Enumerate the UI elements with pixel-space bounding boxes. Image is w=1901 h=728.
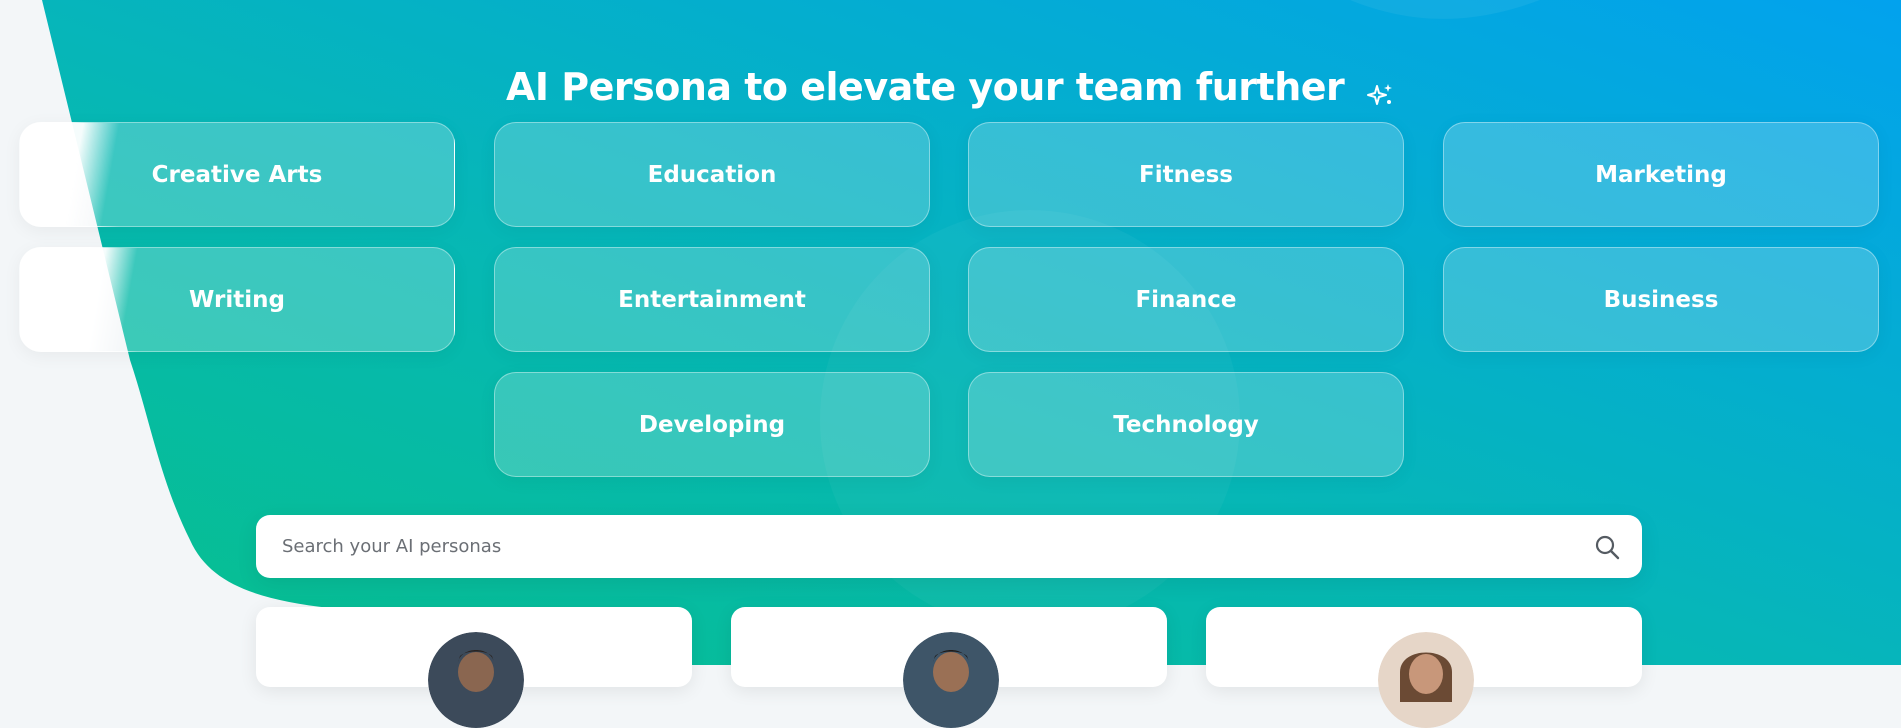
category-label: Marketing [1595,161,1727,188]
category-creative-arts[interactable]: Creative Arts [19,122,455,227]
category-label: Education [647,161,777,188]
category-label: Business [1603,286,1719,313]
category-marketing[interactable]: Marketing [1443,122,1879,227]
avatar [1378,632,1474,728]
category-finance[interactable]: Finance [968,247,1404,352]
category-label: Entertainment [618,286,806,313]
avatar [903,632,999,728]
search-bar [256,515,1642,578]
category-entertainment[interactable]: Entertainment [494,247,930,352]
category-label: Finance [1135,286,1237,313]
category-business[interactable]: Business [1443,247,1879,352]
category-label: Technology [1113,411,1259,438]
category-technology[interactable]: Technology [968,372,1404,477]
category-label: Developing [638,411,786,438]
persona-card[interactable] [1206,607,1642,728]
category-label: Fitness [1139,161,1233,188]
page-title-text: AI Persona to elevate your team further [505,65,1345,110]
page-title: AI Persona to elevate your team further [0,65,1901,109]
category-fitness[interactable]: Fitness [968,122,1404,227]
search-icon[interactable] [1592,532,1622,562]
category-developing[interactable]: Developing [494,372,930,477]
persona-card[interactable] [256,607,692,728]
search-input[interactable] [280,535,1592,558]
category-education[interactable]: Education [494,122,930,227]
category-label: Writing [189,286,285,313]
category-label: Creative Arts [151,161,323,188]
category-writing[interactable]: Writing [19,247,455,352]
avatar [428,632,524,728]
persona-card[interactable] [731,607,1167,728]
sparkle-icon [1365,75,1395,105]
